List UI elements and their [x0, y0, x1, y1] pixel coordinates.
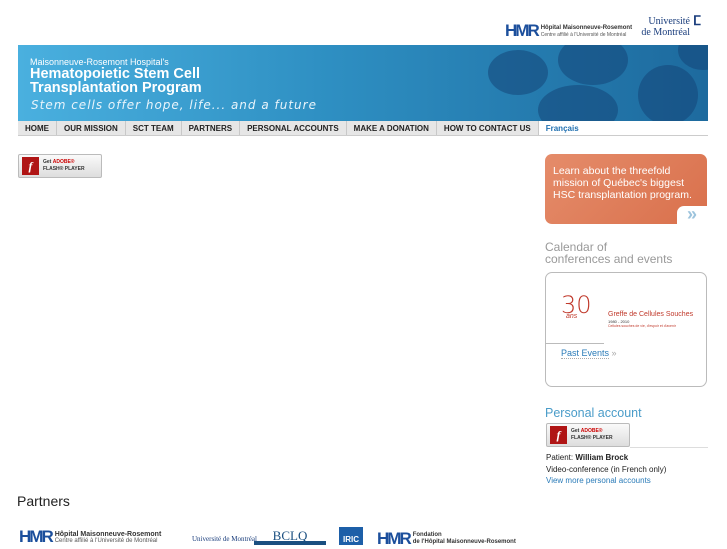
- flash-get: Get: [43, 159, 52, 165]
- fondation-line1: Fondation: [412, 532, 442, 538]
- flash-label: Get ADOBE® FLASH® PLAYER: [43, 159, 85, 173]
- partners-heading: Partners: [17, 493, 70, 509]
- anniversary-badge-sub: ans: [566, 313, 578, 320]
- flash-player: FLASH® PLAYER: [571, 435, 613, 441]
- flash-get: Get: [571, 428, 580, 434]
- personal-flash-player-button[interactable]: f Get ADOBE® FLASH® PLAYER: [546, 423, 630, 447]
- udem-logo[interactable]: Université de Montréal: [640, 16, 690, 38]
- flash-icon: f: [22, 157, 39, 175]
- partner-logo-udem[interactable]: Université de Montréal: [192, 534, 257, 545]
- patient-label: Patient:: [546, 453, 574, 462]
- calendar-heading: Calendar of conferences and events: [545, 241, 672, 265]
- flash-adobe: ADOBE®: [52, 159, 75, 165]
- hmr-logo-sub: Centre affilié à l'Université de Montréa…: [540, 31, 627, 38]
- banner-tagline: Stem cells offer hope, life... and a fut…: [31, 98, 317, 112]
- event-tagline: Cellules souches de vie, d'espoir et d'a…: [608, 324, 676, 328]
- partner-hmr-name: Hôpital Maisonneuve-Rosemont: [54, 530, 162, 538]
- hmr-logo-mark: HMR: [505, 21, 540, 40]
- flash-player: FLASH® PLAYER: [43, 166, 85, 172]
- nav-sct-team[interactable]: SCT TEAM: [126, 121, 182, 135]
- partner-logo-bclq[interactable]: BCLQ: [254, 529, 326, 545]
- get-flash-player-button[interactable]: f Get ADOBE® FLASH® PLAYER: [18, 154, 102, 178]
- promo-text: Learn about the threefold mission of Qué…: [553, 165, 692, 201]
- partner-hmr-sub: Centre affilié à l'Université de Montréa…: [54, 537, 158, 544]
- promo-arrow-icon: »: [677, 205, 707, 224]
- banner: Maisonneuve-Rosemont Hospital's Hematopo…: [18, 45, 708, 121]
- personal-account-info: Patient: William Brock Video-conference …: [546, 452, 666, 487]
- udem-line1: Université: [648, 16, 690, 27]
- view-more-personal-accounts-link[interactable]: View more personal accounts: [546, 476, 651, 485]
- personal-description: Video-conference (in French only): [546, 464, 667, 474]
- main-nav: HOME OUR MISSION SCT TEAM PARTNERS PERSO…: [18, 121, 708, 136]
- calendar-heading-line2: conferences and events: [545, 252, 673, 266]
- banner-title: Hematopoietic Stem Cell Transplantation …: [30, 66, 202, 96]
- udem-emblem-icon: ⵎ: [693, 13, 702, 28]
- nav-partners[interactable]: PARTNERS: [182, 121, 241, 135]
- banner-title-line2: Transplantation Program: [30, 80, 202, 96]
- past-events-link[interactable]: Past Events: [561, 348, 610, 359]
- hmr-logo-mark: HMR: [19, 527, 54, 546]
- banner-title-line1: Hematopoietic Stem Cell: [30, 66, 201, 82]
- personal-account-heading: Personal account: [545, 406, 642, 420]
- partner-logo-fondation[interactable]: HMR Fondation de l'Hôpital Maisonneuve-Ro…: [377, 529, 516, 549]
- patient-name: William Brock: [575, 453, 629, 462]
- nav-make-a-donation[interactable]: MAKE A DONATION: [347, 121, 437, 135]
- nav-home[interactable]: HOME: [18, 121, 57, 135]
- event-title: Greffe de Cellules Souches: [608, 311, 694, 318]
- hmr-logo-mark: HMR: [377, 529, 412, 548]
- flash-icon: f: [550, 426, 567, 444]
- divider: [546, 343, 604, 344]
- past-events-arrow: »: [611, 348, 617, 358]
- calendar-box: 30 ans Greffe de Cellules Souches 1980 -…: [545, 272, 707, 387]
- hmr-logo-name: Hôpital Maisonneuve-Rosemont: [540, 24, 633, 31]
- nav-francais[interactable]: Français: [538, 121, 708, 135]
- flash-label: Get ADOBE® FLASH® PLAYER: [571, 428, 613, 442]
- flash-adobe: ADOBE®: [580, 428, 603, 434]
- nav-our-mission[interactable]: OUR MISSION: [57, 121, 126, 135]
- udem-line2: de Montréal: [641, 27, 690, 38]
- nav-personal-accounts[interactable]: PERSONAL ACCOUNTS: [240, 121, 347, 135]
- partner-logo-iric[interactable]: IRIC: [339, 527, 363, 545]
- past-events-row: Past Events »: [561, 348, 617, 359]
- divider: [630, 447, 708, 448]
- mission-promo[interactable]: Learn about the threefold mission of Qué…: [545, 154, 707, 224]
- hmr-logo[interactable]: HMR Hôpital Maisonneuve-Rosemont Centre a…: [505, 21, 632, 41]
- nav-how-to-contact-us[interactable]: HOW TO CONTACT US: [437, 121, 539, 135]
- partner-logo-hmr[interactable]: HMR Hôpital Maisonneuve-Rosemont Centre a…: [19, 527, 161, 547]
